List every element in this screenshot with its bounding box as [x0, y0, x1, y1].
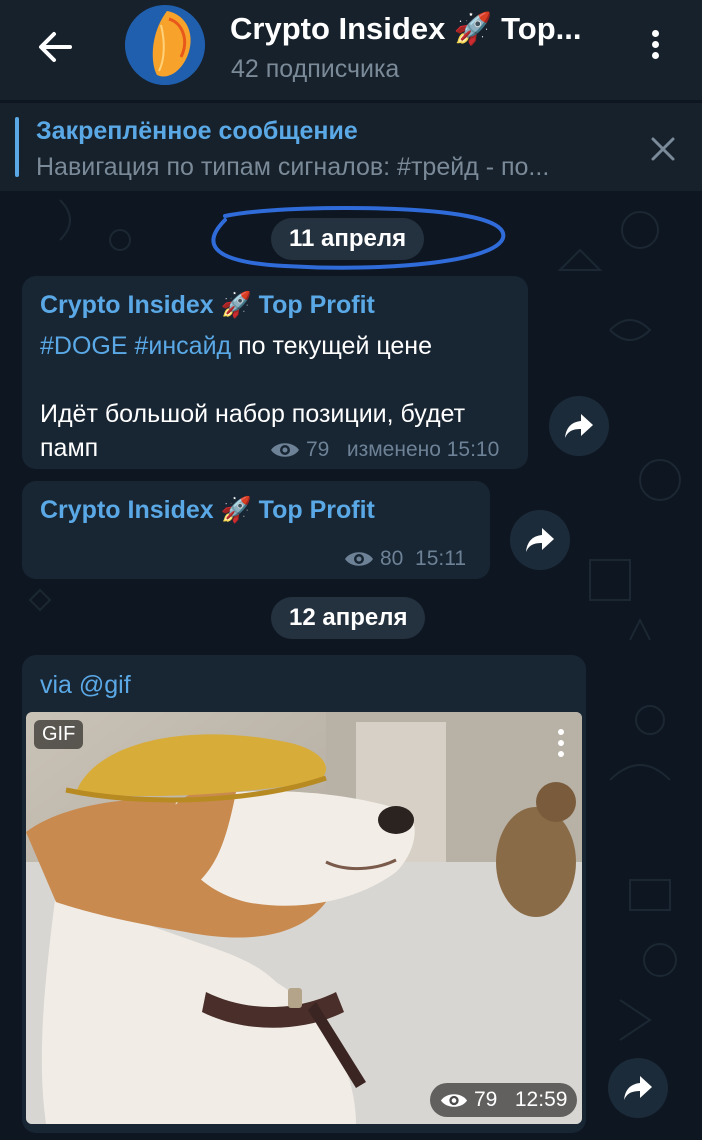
share-arrow-icon [565, 414, 593, 438]
views-eye-icon [440, 1094, 468, 1107]
hashtag-doge[interactable]: #DOGE [40, 332, 128, 360]
share-arrow-icon [526, 528, 554, 552]
hashtag-insider[interactable]: #инсайд [134, 332, 231, 360]
share-button[interactable] [549, 396, 609, 456]
views-eye-icon [345, 552, 373, 567]
message-sender[interactable]: Crypto Insidex 🚀 Top Profit [40, 291, 375, 320]
channel-title[interactable]: Crypto Insidex 🚀 Top... [230, 10, 610, 47]
message-meta: 79 12:59 [430, 1083, 578, 1117]
view-count: 79 [306, 438, 330, 461]
date-separator: 12 апреля [271, 597, 426, 639]
message-line: по текущей цене [231, 332, 433, 360]
message-bubble[interactable]: Crypto Insidex 🚀 Top Profit 80 15:11 [22, 481, 490, 579]
more-options-icon[interactable] [642, 26, 668, 66]
views-eye-icon [271, 443, 299, 458]
date-separator: 11 апреля [271, 218, 425, 260]
message-line: памп [40, 434, 99, 462]
back-arrow-icon[interactable] [30, 22, 80, 72]
share-arrow-icon [624, 1076, 652, 1100]
chat-header: Crypto Insidex 🚀 Top... 42 подписчика [0, 0, 702, 100]
message-line: Идёт большой набор позиции, будет [40, 400, 466, 428]
pinned-message-bar[interactable]: Закреплённое сообщение Навигация по типа… [0, 103, 702, 191]
share-button[interactable] [608, 1058, 668, 1118]
subscriber-count: 42 подписчика [231, 55, 400, 83]
message-meta: 80 15:11 [344, 547, 466, 571]
channel-avatar[interactable] [125, 5, 205, 85]
message-bubble[interactable]: Crypto Insidex 🚀 Top Profit #DOGE #инсай… [22, 276, 528, 469]
view-count: 79 [474, 1088, 498, 1111]
message-sender[interactable]: Crypto Insidex 🚀 Top Profit [40, 496, 375, 525]
pinned-text: Навигация по типам сигналов: #трейд - по… [36, 153, 550, 181]
gif-badge: GIF [34, 720, 84, 749]
share-button[interactable] [510, 510, 570, 570]
avatar-logo-icon [125, 5, 205, 85]
message-time: изменено 15:10 [346, 438, 500, 461]
pinned-title: Закреплённое сообщение [36, 117, 358, 145]
dog-gif-image [26, 712, 582, 1124]
message-time: 12:59 [514, 1088, 568, 1111]
close-pinned-icon[interactable] [648, 134, 678, 164]
gif-options-icon[interactable] [553, 726, 569, 766]
pinned-indicator [15, 117, 19, 177]
via-bot-label[interactable]: via @gif [40, 671, 131, 700]
message-meta: 79 изменено 15:10 [270, 438, 499, 462]
message-time: 15:11 [415, 547, 467, 570]
gif-media[interactable] [26, 712, 582, 1124]
view-count: 80 [380, 547, 404, 570]
